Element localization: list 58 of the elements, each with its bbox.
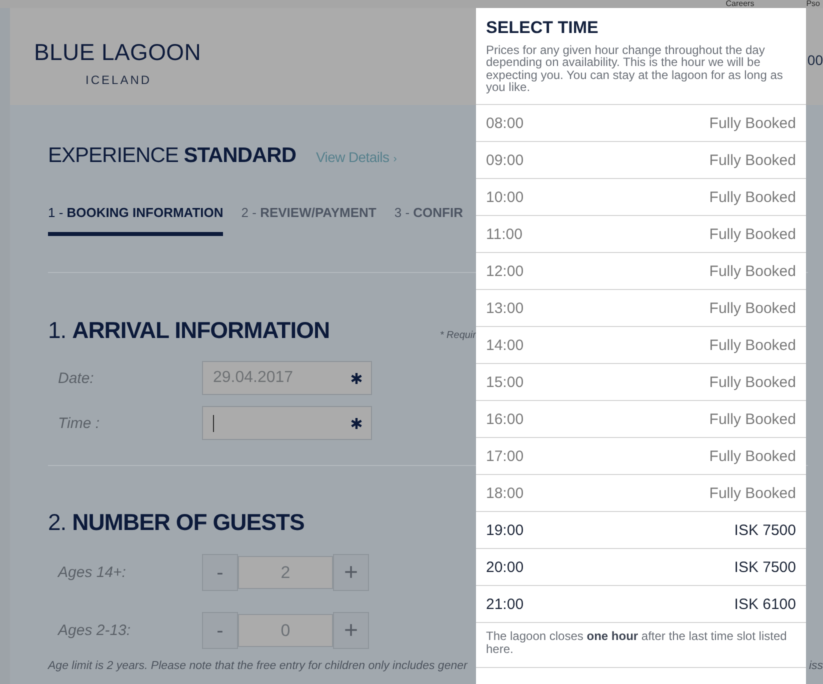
slot-price: Fully Booked xyxy=(709,448,796,464)
slot-time: 20:00 xyxy=(486,558,524,576)
time-slot-option[interactable]: 21:00 ISK 6100 xyxy=(476,585,806,622)
slot-price: Fully Booked xyxy=(709,114,796,132)
slot-time: 13:00 xyxy=(486,300,524,316)
age-limit-note: Age limit is 2 years. Please note that the free entry for children only includes gener xyxy=(48,660,468,673)
slot-price: Fully Booked xyxy=(709,336,796,354)
slot-time: 11:00 xyxy=(486,226,522,242)
step-tab[interactable]: 3 - CONFIR xyxy=(394,205,464,236)
slot-time: 12:00 xyxy=(486,262,524,280)
slot-price: Fully Booked xyxy=(709,188,796,206)
dialog-title: SELECT TIME xyxy=(486,18,600,38)
nav-link[interactable]: Pso xyxy=(806,0,823,8)
step-tab[interactable]: 2 - REVIEW/PAYMENT xyxy=(241,205,376,236)
slot-price: Fully Booked xyxy=(709,484,796,502)
counter-label: Ages 2-13: xyxy=(56,622,132,639)
slot-time: 16:00 xyxy=(486,410,524,428)
slot-price: ISK 7500 xyxy=(734,558,796,576)
experience-title: EXPERIENCE STANDARD xyxy=(48,143,296,168)
slot-time: 19:00 xyxy=(486,522,524,538)
slot-price: Fully Booked xyxy=(709,262,796,280)
slot-time: 08:00 xyxy=(486,114,524,132)
decrement-button[interactable]: - xyxy=(202,554,238,591)
decrement-button[interactable]: - xyxy=(202,612,238,649)
header-text: 00 xyxy=(807,51,823,69)
slot-time: 09:00 xyxy=(486,152,524,168)
slot-price: Fully Booked xyxy=(709,300,796,316)
slot-price: Fully Booked xyxy=(709,374,796,390)
required-note: * Requir xyxy=(440,330,476,341)
text-cursor xyxy=(213,414,214,432)
logo-title: BLUE LAGOON xyxy=(34,39,202,65)
section-heading: 2. NUMBER OF GUESTS xyxy=(48,508,304,536)
section-heading: 1. ARRIVAL INFORMATION xyxy=(48,316,330,344)
increment-button[interactable]: + xyxy=(333,612,369,649)
slot-time: 18:00 xyxy=(486,484,524,502)
slot-price: ISK 7500 xyxy=(734,522,796,538)
increment-button[interactable]: + xyxy=(333,554,369,591)
note-text-fragment: iss xyxy=(808,660,823,673)
slot-time: 10:00 xyxy=(486,188,524,206)
slot-price: Fully Booked xyxy=(709,410,796,428)
field-label: Time : xyxy=(57,414,101,432)
slot-time: 21:00 xyxy=(486,596,524,612)
slot-time: 14:00 xyxy=(486,336,524,354)
time-slot-option[interactable]: 19:00 ISK 7500 xyxy=(476,511,806,548)
closing-time-note: The lagoon closes one hour after the last time slot listed here. xyxy=(476,622,806,668)
nav-link[interactable]: Careers xyxy=(726,0,754,8)
slot-time: 17:00 xyxy=(486,448,524,464)
field-label: Date: xyxy=(57,370,95,386)
slot-time: 15:00 xyxy=(486,374,524,390)
dialog-description: Prices for any given hour change throughout the day depending on availability. This is the hour we will be expecting you. You can stay at the lagoon for as long as you like. xyxy=(486,44,784,93)
counter-label: Ages 14+: xyxy=(56,564,127,581)
slot-price: ISK 6100 xyxy=(734,596,796,612)
time-slot-option[interactable]: 20:00 ISK 7500 xyxy=(476,548,806,585)
slot-price: Fully Booked xyxy=(709,152,796,168)
input-field[interactable] xyxy=(202,406,372,440)
logo-subtitle: ICELAND xyxy=(84,73,152,87)
slot-price: Fully Booked xyxy=(709,226,796,242)
step-tab[interactable]: 1 - BOOKING INFORMATION xyxy=(48,205,224,236)
